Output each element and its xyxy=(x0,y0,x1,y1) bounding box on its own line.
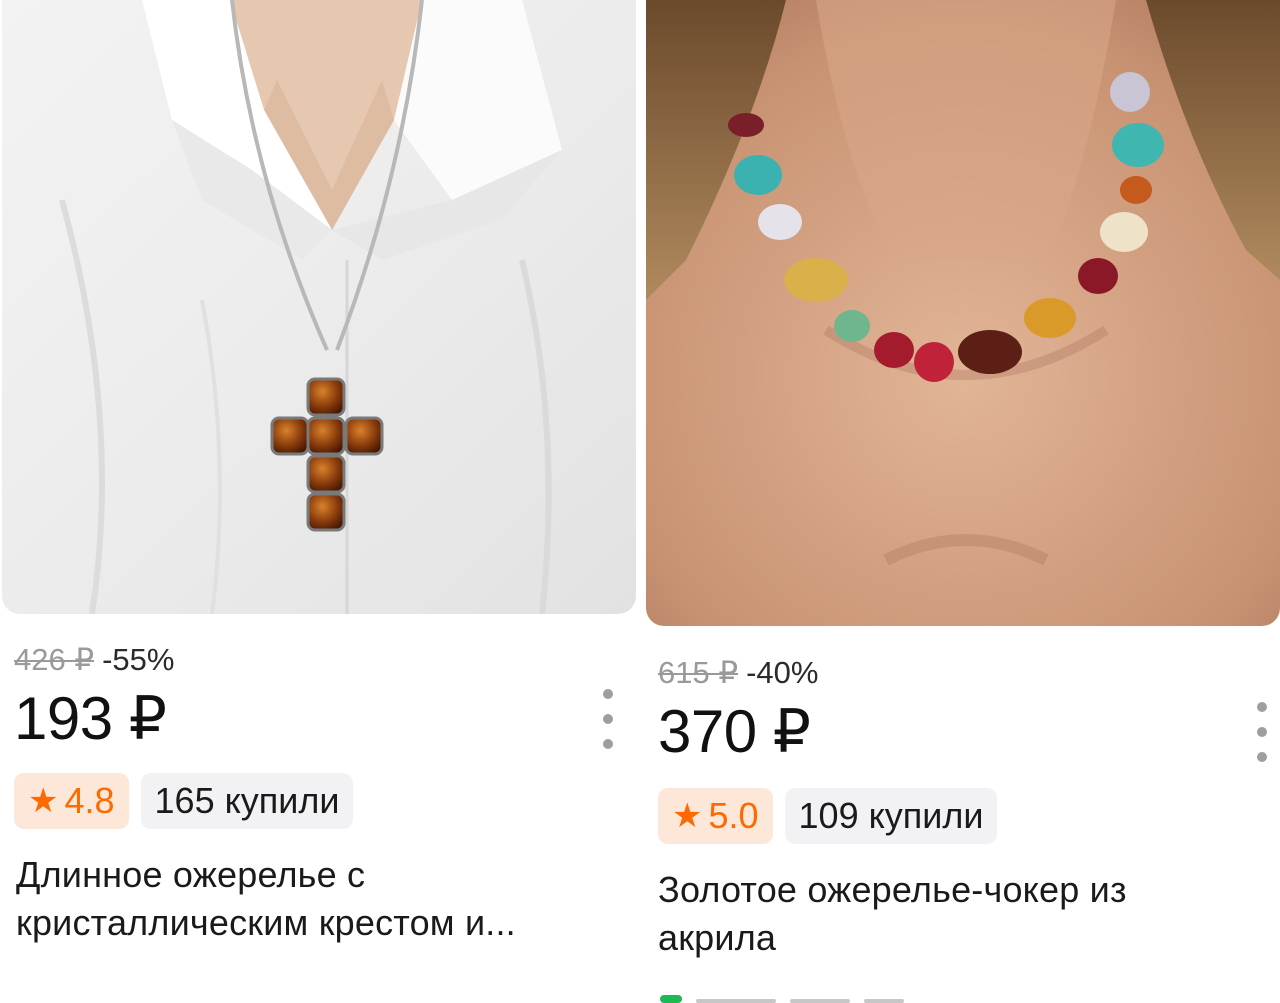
rating-value: 5.0 xyxy=(708,795,759,836)
discount-badge: -55% xyxy=(102,642,175,677)
old-price-row: 615 ₽ -40% xyxy=(658,655,818,691)
product-title[interactable]: Золотое ожерелье-чокер из акрила xyxy=(658,866,1127,962)
rating-badge: ★ 4.8 xyxy=(14,773,129,829)
old-price: 426 ₽ xyxy=(14,642,95,677)
cut-off-text xyxy=(864,999,904,1003)
cut-off-text xyxy=(696,999,776,1003)
green-indicator xyxy=(660,995,682,1003)
cut-off-info-row xyxy=(660,988,970,1003)
bought-count-badge: 165 купили xyxy=(140,773,354,829)
white-shirt-cross-necklace-image xyxy=(2,0,636,614)
product-title-line-2: кристаллическим крестом и... xyxy=(16,902,516,943)
product-image-1[interactable] xyxy=(2,0,636,614)
cut-off-text xyxy=(790,999,850,1003)
star-icon: ★ xyxy=(672,797,703,835)
current-price: 370 ₽ xyxy=(658,698,811,765)
product-title-line-2: акрила xyxy=(658,917,777,958)
product-title-line-1: Золотое ожерелье-чокер из xyxy=(658,869,1127,910)
current-price: 193 ₽ xyxy=(14,685,167,752)
badges-row: ★ 4.8 165 купили xyxy=(14,773,354,829)
badges-row: ★ 5.0 109 купили xyxy=(658,788,998,844)
rating-badge: ★ 5.0 xyxy=(658,788,773,844)
rating-value: 4.8 xyxy=(64,780,115,821)
product-title[interactable]: Длинное ожерелье с кристаллическим крест… xyxy=(16,851,516,947)
bought-count-badge: 109 купили xyxy=(784,788,998,844)
star-icon: ★ xyxy=(28,782,59,820)
discount-badge: -40% xyxy=(746,655,819,690)
product-title-line-1: Длинное ожерелье с xyxy=(16,854,366,895)
product-image-2[interactable] xyxy=(646,0,1280,626)
old-price-row: 426 ₽ -55% xyxy=(14,642,174,678)
more-vertical-icon[interactable] xyxy=(598,689,618,749)
beaded-choker-necklace-image xyxy=(646,0,1280,626)
more-vertical-icon[interactable] xyxy=(1252,702,1272,762)
old-price: 615 ₽ xyxy=(658,655,739,690)
